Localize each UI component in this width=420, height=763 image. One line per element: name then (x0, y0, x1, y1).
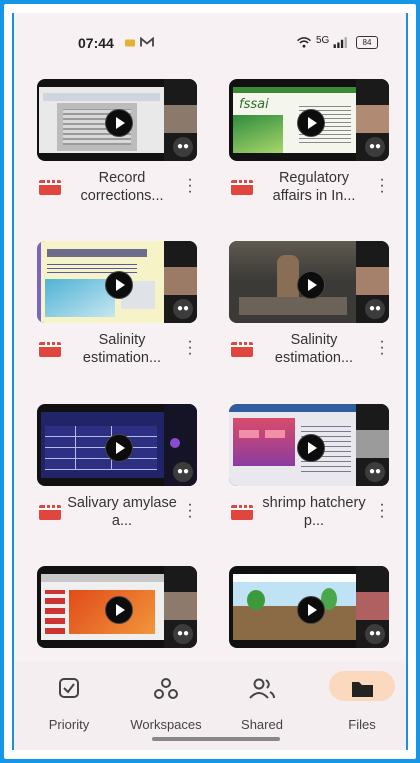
participant-camera (356, 267, 389, 295)
workspaces-icon (154, 678, 178, 699)
more-options-icon[interactable]: · · · (186, 497, 194, 525)
folder-icon (352, 682, 373, 697)
nav-workspaces-label: Workspaces (130, 717, 202, 732)
video-title: Record corrections... (80, 170, 164, 204)
signal-icon (333, 37, 347, 48)
video-thumbnail[interactable]: ●● (37, 241, 197, 323)
notification-icon (125, 39, 135, 47)
more-options-icon[interactable]: · · · (378, 497, 386, 525)
slide-preview (229, 404, 356, 486)
network-type: 5G (316, 35, 330, 46)
video-thumbnail[interactable]: fssai ●● (229, 79, 389, 161)
priority-icon (59, 678, 79, 698)
status-bar: 07:44 5G 84 (14, 13, 406, 53)
wifi-icon (297, 37, 311, 48)
video-title: Salivary amylase a... (67, 495, 177, 529)
video-title: Salinity estimation... (82, 332, 162, 366)
participant-camera (164, 105, 197, 133)
people-icon: ●● (365, 137, 385, 157)
participant-camera (356, 105, 389, 133)
slide-preview (233, 574, 356, 640)
play-icon[interactable] (297, 434, 325, 462)
slide-preview (37, 241, 164, 323)
nav-shared-label: Shared (241, 717, 283, 732)
people-icon: ●● (173, 462, 193, 482)
people-icon: ●● (365, 462, 385, 482)
play-icon[interactable] (297, 271, 325, 299)
status-time: 07:44 (78, 35, 114, 51)
video-file-icon (231, 342, 253, 357)
slide-preview (39, 87, 164, 153)
people-icon: ●● (365, 299, 385, 319)
video-file-icon (231, 505, 253, 520)
video-title: Regulatory affairs in In... (272, 170, 356, 204)
more-options-icon[interactable]: · · · (378, 172, 386, 200)
slide-preview: fssai (233, 87, 356, 153)
video-file-icon (231, 180, 253, 195)
play-icon[interactable] (297, 109, 325, 137)
shared-icon (249, 678, 275, 699)
more-options-icon[interactable]: · · · (378, 334, 386, 362)
play-icon[interactable] (105, 271, 133, 299)
video-file-icon (39, 180, 61, 195)
people-icon: ●● (173, 624, 193, 644)
video-thumbnail[interactable]: ●● (37, 79, 197, 161)
play-icon[interactable] (105, 434, 133, 462)
play-icon[interactable] (297, 596, 325, 624)
slide-preview (229, 241, 356, 323)
video-thumbnail[interactable]: ●● (229, 404, 389, 486)
video-thumbnail[interactable]: ●● (229, 241, 389, 323)
participant-camera (356, 430, 389, 458)
slide-preview (41, 574, 164, 640)
video-file-icon (39, 505, 61, 520)
home-indicator (152, 737, 280, 741)
participant-camera (164, 267, 197, 295)
gmail-icon (140, 37, 154, 47)
video-title: shrimp hatchery p... (262, 495, 366, 529)
participant-camera (356, 592, 389, 620)
video-thumbnail[interactable]: ●● (37, 404, 197, 486)
people-icon: ●● (365, 624, 385, 644)
play-icon[interactable] (105, 109, 133, 137)
phone-screen: 07:44 5G 84 ●● Record corrections... · ·… (12, 13, 408, 750)
participant-camera (164, 592, 197, 620)
video-file-icon (39, 342, 61, 357)
video-title: Salinity estimation... (274, 332, 354, 366)
slide-preview (41, 412, 164, 478)
more-options-icon[interactable]: · · · (186, 334, 194, 362)
nav-priority-label: Priority (48, 717, 90, 732)
play-icon[interactable] (105, 596, 133, 624)
video-thumbnail[interactable]: ●● (37, 566, 197, 648)
nav-files-label: Files (348, 717, 376, 732)
more-options-icon[interactable]: · · · (186, 172, 194, 200)
people-icon: ●● (173, 137, 193, 157)
people-icon: ●● (173, 299, 193, 319)
battery-indicator: 84 (356, 36, 378, 49)
video-thumbnail[interactable]: ●● (229, 566, 389, 648)
